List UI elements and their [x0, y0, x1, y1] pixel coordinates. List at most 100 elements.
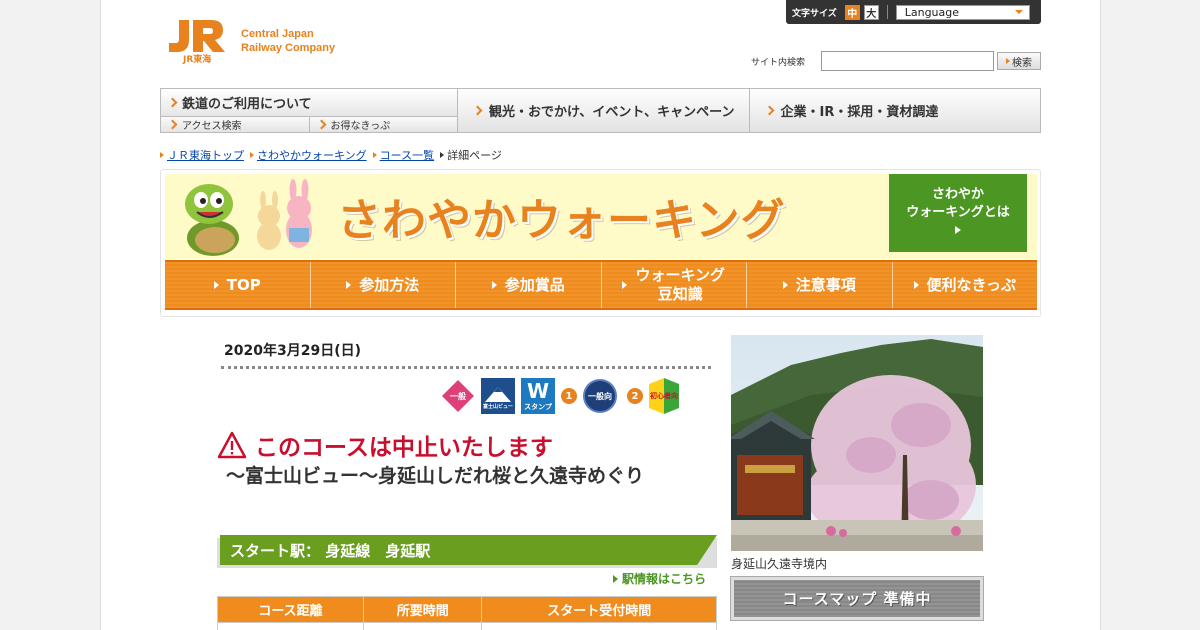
walking-nav-prizes[interactable]: 参加賞品 — [455, 262, 601, 308]
course-badges: 一般 富士山ビュー W スタンプ 1 一般向 2 初心者向 — [441, 378, 679, 414]
walking-nav-label: 注意事項 — [795, 275, 856, 294]
fuji-view-badge-label: 富士山ビュー — [482, 403, 513, 410]
table-header-duration: 所要時間 — [362, 596, 483, 623]
walking-nav-label: 参加賞品 — [504, 275, 565, 294]
walking-nav-how-to-join[interactable]: 参加方法 — [309, 262, 455, 308]
mascot-illustration — [185, 179, 312, 256]
banner-title: さわやかウォーキング — [337, 195, 786, 246]
breadcrumb-link-walking[interactable]: さわやかウォーキング — [257, 147, 367, 163]
nav-tourism-label: 観光・おでかけ、イベント、キャンペーン — [489, 105, 735, 120]
arrow-right-icon — [913, 281, 919, 289]
chevron-right-icon — [167, 97, 178, 108]
walking-nav-label: ウォーキング 豆知識 — [635, 266, 725, 304]
chevron-down-icon — [1014, 10, 1023, 14]
arrow-right-icon — [1006, 58, 1010, 64]
font-size-medium-button[interactable]: 中 — [844, 4, 860, 20]
about-walking-line1: さわやか — [931, 187, 984, 202]
general-course-badge: 一般 — [441, 379, 475, 413]
event-date: 2020年3月29日(日) — [224, 343, 361, 359]
arrow-right-icon — [782, 281, 788, 289]
nav-tourism[interactable]: 観光・おでかけ、イベント、キャンペーン — [458, 89, 749, 132]
walking-nav-top[interactable]: TOP — [165, 262, 310, 308]
about-walking-button[interactable]: さわやか ウォーキングとは — [889, 174, 1027, 252]
beginner-badge: 初心者向 — [649, 378, 679, 414]
stamp-badge-label: スタンプ — [524, 403, 552, 411]
walking-nav-tips[interactable]: ウォーキング 豆知識 — [600, 262, 746, 308]
breadcrumb-item: 詳細ページ — [440, 147, 502, 163]
table-cell-distance — [217, 622, 364, 630]
general-level-badge-label: 一般向 — [588, 391, 612, 401]
temple-photo — [731, 335, 983, 551]
company-name-line1: Central Japan — [241, 28, 314, 40]
jr-logo-mark: JR東海 — [165, 18, 231, 65]
nav-rail-usage[interactable]: 鉄道のご利用について — [161, 89, 457, 117]
table-header-start-time: スタート受付時間 — [481, 596, 717, 623]
language-select[interactable]: Language — [895, 4, 1030, 20]
beginner-badge-label: 初心者向 — [650, 391, 678, 400]
walking-banner: さわやかウォーキング さわやか ウォーキングとは TOP 参加方法 参加賞品 ウ… — [160, 169, 1041, 317]
arrow-right-icon — [491, 281, 497, 289]
cancel-notice-text: このコースは中止いたします — [255, 435, 553, 461]
table-row — [217, 622, 717, 630]
global-nav-rail-group: 鉄道のご利用について アクセス検索 お得なきっぷ — [161, 89, 458, 132]
walking-nav-label: TOP — [226, 275, 261, 294]
search-button[interactable]: 検索 — [997, 52, 1041, 70]
badge-number-2: 2 — [627, 388, 643, 404]
page: 文字サイズ 中 大 Language JR東海 Central Japan Ra… — [100, 0, 1101, 630]
cancel-notice: このコースは中止いたします — [217, 428, 553, 462]
breadcrumb-item: ＪＲ東海トップ — [160, 147, 244, 163]
table-header-row: コース距離 所要時間 スタート受付時間 — [217, 596, 717, 623]
play-arrow-icon — [955, 226, 961, 234]
breadcrumb-link-course-list[interactable]: コース一覧 — [380, 147, 434, 163]
jr-central-logo[interactable]: JR東海 Central Japan Railway Company — [165, 18, 335, 65]
nav-rail-usage-label: 鉄道のご利用について — [182, 97, 312, 112]
company-name: Central Japan Railway Company — [241, 27, 335, 55]
walking-banner-header[interactable]: さわやかウォーキング さわやか ウォーキングとは — [165, 174, 1037, 259]
station-info-link[interactable]: 駅情報はこちら — [613, 570, 706, 587]
arrow-right-icon — [160, 152, 164, 158]
company-name-line2: Railway Company — [241, 42, 336, 54]
breadcrumb-link-jr-top[interactable]: ＪＲ東海トップ — [167, 147, 244, 163]
walking-nav-label-line1: ウォーキング — [635, 266, 726, 284]
search-input[interactable] — [821, 51, 994, 71]
nav-corporate[interactable]: 企業・IR・採用・資材調達 — [748, 89, 1040, 132]
course-map-button[interactable]: コースマップ 準備中 — [730, 576, 984, 621]
search-label: サイト内検索 — [751, 57, 806, 68]
arrow-right-icon — [440, 152, 445, 158]
walking-nav-notes[interactable]: 注意事項 — [746, 262, 892, 308]
general-level-badge: 一般向 — [583, 379, 617, 413]
photo-caption: 身延山久遠寺境内 — [731, 557, 828, 571]
table-header-distance: コース距離 — [217, 596, 364, 623]
arrow-right-icon — [372, 152, 377, 158]
walking-nav-label: 参加方法 — [359, 275, 420, 294]
nav-discount-tickets[interactable]: お得なきっぷ — [308, 117, 457, 132]
utility-bar: 文字サイズ 中 大 Language — [786, 0, 1041, 24]
chevron-right-icon — [764, 105, 774, 116]
start-station-bar: スタート駅： 身延線 身延駅 — [220, 535, 717, 565]
walking-nav-tickets[interactable]: 便利なきっぷ — [891, 262, 1037, 308]
nav-access-search-label: アクセス検索 — [182, 121, 242, 132]
fuji-view-badge: 富士山ビュー — [481, 378, 515, 414]
station-info-link-label: 駅情報はこちら — [622, 572, 707, 586]
nav-corporate-label: 企業・IR・採用・資材調達 — [780, 105, 939, 120]
jr-logo-icon: JR東海 — [169, 20, 225, 65]
chevron-right-icon — [316, 119, 326, 130]
font-size-label: 文字サイズ — [792, 8, 837, 19]
stamp-badge: W スタンプ — [521, 378, 555, 414]
arrow-right-icon — [346, 281, 352, 289]
arrow-right-icon — [622, 281, 628, 289]
nav-access-search[interactable]: アクセス検索 — [161, 117, 309, 132]
weeping-cherry-photo — [731, 335, 983, 551]
nav-discount-tickets-label: お得なきっぷ — [330, 121, 391, 132]
course-title: ～富士山ビュー～身延山しだれ桜と久遠寺めぐり — [226, 465, 645, 487]
global-nav-subitems: アクセス検索 お得なきっぷ — [161, 117, 457, 132]
breadcrumb: ＪＲ東海トップ さわやかウォーキング コース一覧 詳細ページ — [160, 147, 502, 163]
chevron-right-icon — [167, 119, 178, 130]
global-nav: 鉄道のご利用について アクセス検索 お得なきっぷ 観光・おでかけ、イベント、キャ… — [160, 88, 1041, 133]
table-cell-duration — [362, 622, 483, 630]
mount-fuji-icon — [485, 386, 511, 402]
font-size-large-button[interactable]: 大 — [863, 4, 879, 20]
arrow-right-icon — [613, 574, 618, 583]
about-walking-line2: ウォーキングとは — [906, 205, 1010, 220]
warning-icon — [217, 431, 247, 459]
